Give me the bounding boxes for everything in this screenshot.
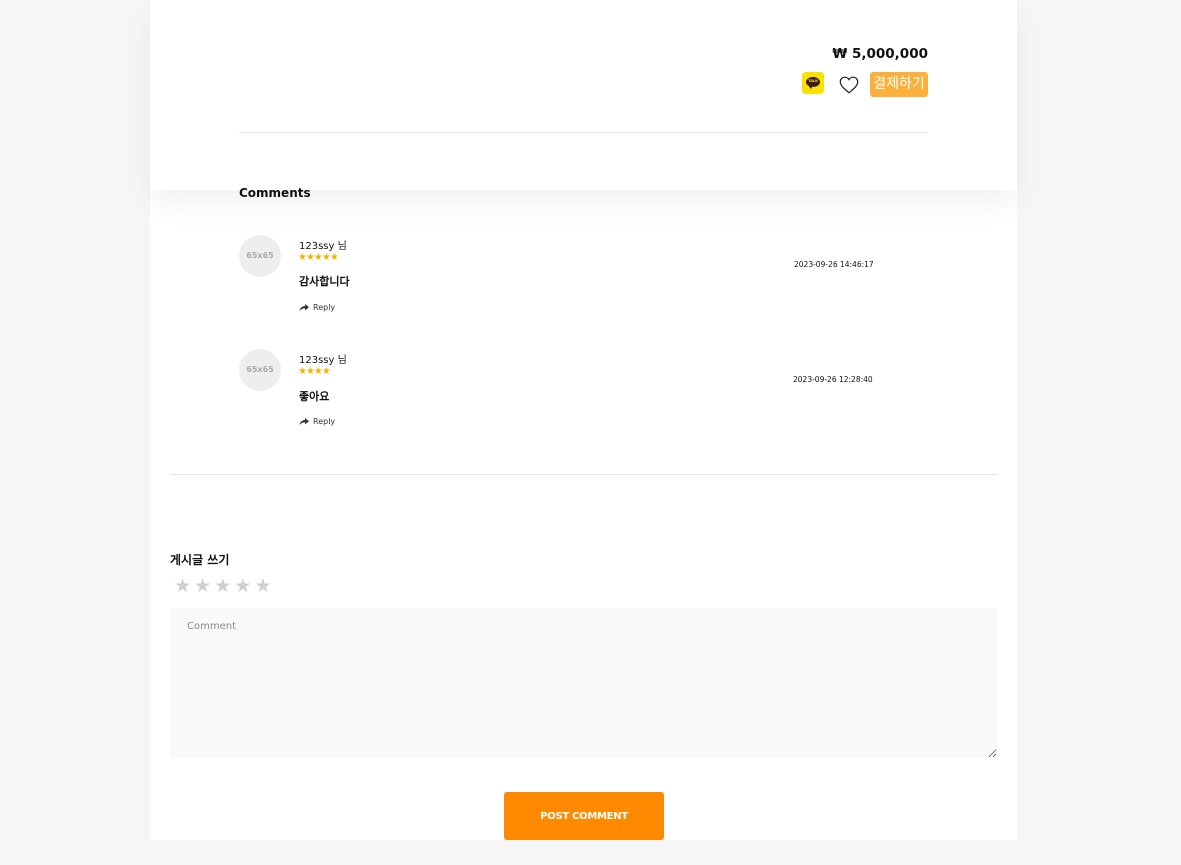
rating-star-3[interactable]: ★ bbox=[214, 575, 231, 597]
rating-star-2[interactable]: ★ bbox=[194, 575, 211, 597]
write-post-title: 게시글 쓰기 bbox=[170, 553, 230, 567]
avatar: 65x65 bbox=[239, 235, 281, 277]
comment-date: 2023-09-26 14:46:17 bbox=[794, 260, 874, 269]
kakao-talk-icon[interactable]: TALK bbox=[802, 72, 824, 94]
pay-button[interactable]: 결제하기 bbox=[870, 72, 928, 97]
reply-arrow-icon bbox=[299, 417, 309, 425]
comment-text: 감사합니다 bbox=[299, 275, 350, 288]
comment-rating: ★★★★★ bbox=[298, 252, 339, 263]
product-card: ₩ 5,000,000 TALK 결제하기 Comments 65x65 123… bbox=[150, 0, 1017, 840]
post-comment-button[interactable]: POST COMMENT bbox=[504, 792, 664, 840]
rating-star-5[interactable]: ★ bbox=[255, 575, 272, 597]
heart-icon[interactable] bbox=[838, 74, 860, 96]
rating-star-4[interactable]: ★ bbox=[234, 575, 251, 597]
comment-author: 123ssy 님 bbox=[299, 241, 347, 252]
comment-item: 65x65 123ssy 님 ★★★★★ 감사합니다 2023-09-26 14… bbox=[239, 235, 879, 325]
product-price: ₩ 5,000,000 bbox=[832, 46, 928, 62]
avatar: 65x65 bbox=[239, 349, 281, 391]
comment-rating: ★★★★ bbox=[298, 366, 331, 377]
rating-input: ★ ★ ★ ★ ★ bbox=[174, 575, 272, 597]
kakao-talk-label: TALK bbox=[808, 79, 818, 83]
comment-date: 2023-09-26 12:28:40 bbox=[793, 375, 873, 384]
comment-author: 123ssy 님 bbox=[299, 355, 347, 366]
kakao-bubble-tail bbox=[808, 85, 813, 89]
divider bbox=[170, 474, 998, 475]
reply-label: Reply bbox=[313, 417, 336, 426]
comments-title: Comments bbox=[239, 186, 311, 200]
reply-link[interactable]: Reply bbox=[299, 303, 335, 312]
comment-text: 좋아요 bbox=[299, 390, 330, 403]
comment-textarea[interactable] bbox=[170, 608, 997, 758]
reply-arrow-icon bbox=[299, 303, 309, 311]
reply-label: Reply bbox=[313, 303, 336, 312]
divider bbox=[239, 132, 928, 133]
rating-star-1[interactable]: ★ bbox=[174, 575, 191, 597]
reply-link[interactable]: Reply bbox=[299, 417, 335, 426]
comment-item: 65x65 123ssy 님 ★★★★ 좋아요 2023-09-26 12:28… bbox=[239, 349, 879, 439]
